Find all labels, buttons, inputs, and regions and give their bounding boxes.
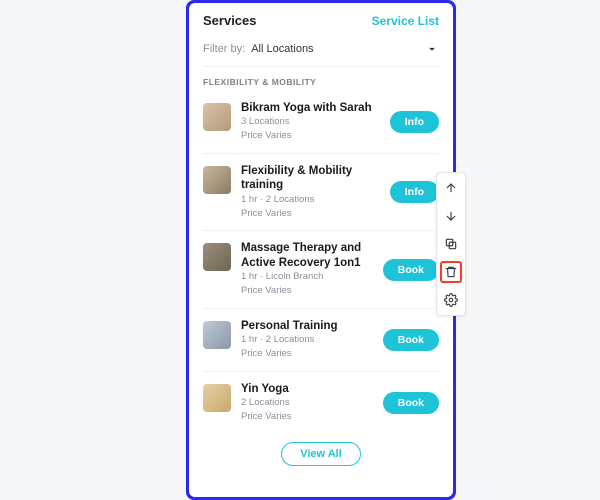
item-price: Price Varies (241, 285, 373, 298)
settings-button[interactable] (440, 289, 462, 311)
list-item: Massage Therapy and Active Recovery 1on1… (189, 233, 453, 305)
info-button[interactable]: Info (390, 181, 439, 203)
item-title: Bikram Yoga with Sarah (241, 101, 380, 115)
service-thumbnail (203, 384, 231, 412)
arrow-up-icon (444, 181, 458, 195)
divider (203, 230, 439, 231)
phone-frame: Services Service List Filter by: All Loc… (186, 0, 456, 500)
item-body: Yin Yoga 2 Locations Price Varies (241, 382, 373, 424)
list-item: Bikram Yoga with Sarah 3 Locations Price… (189, 93, 453, 151)
filter-label: Filter by: (203, 43, 245, 55)
item-title: Yin Yoga (241, 382, 373, 396)
item-title: Flexibility & Mobility training (241, 164, 380, 193)
move-up-button[interactable] (440, 177, 462, 199)
service-thumbnail (203, 103, 231, 131)
item-meta: 2 Locations (241, 397, 373, 410)
item-meta: 1 hr · 2 Locations (241, 334, 373, 347)
trash-icon (444, 265, 458, 279)
item-body: Flexibility & Mobility training 1 hr · 2… (241, 164, 380, 220)
divider (203, 308, 439, 309)
item-meta: 1 hr · Licoln Branch (241, 271, 373, 284)
item-title: Massage Therapy and Active Recovery 1on1 (241, 241, 373, 270)
header: Services Service List (189, 3, 453, 36)
item-body: Massage Therapy and Active Recovery 1on1… (241, 241, 373, 297)
move-down-button[interactable] (440, 205, 462, 227)
item-price: Price Varies (241, 130, 380, 143)
chevron-down-icon (425, 42, 439, 56)
service-thumbnail (203, 243, 231, 271)
arrow-down-icon (444, 209, 458, 223)
delete-button[interactable] (440, 261, 462, 283)
book-button[interactable]: Book (383, 259, 439, 281)
item-price: Price Varies (241, 348, 373, 361)
book-button[interactable]: Book (383, 392, 439, 414)
view-all-wrap: View All (189, 432, 453, 472)
service-thumbnail (203, 321, 231, 349)
filter-value: All Locations (251, 43, 419, 55)
copy-icon (444, 237, 458, 251)
service-list-link[interactable]: Service List (372, 14, 439, 28)
gear-icon (444, 293, 458, 307)
item-meta: 3 Locations (241, 116, 380, 129)
list-item: Personal Training 1 hr · 2 Locations Pri… (189, 311, 453, 369)
app-screen: Services Service List Filter by: All Loc… (189, 3, 453, 497)
item-body: Personal Training 1 hr · 2 Locations Pri… (241, 319, 373, 361)
info-button[interactable]: Info (390, 111, 439, 133)
element-toolbar (436, 172, 466, 316)
filter-row[interactable]: Filter by: All Locations (189, 36, 453, 66)
view-all-button[interactable]: View All (281, 442, 361, 466)
divider (203, 153, 439, 154)
page-title: Services (203, 13, 257, 28)
service-list: Bikram Yoga with Sarah 3 Locations Price… (189, 93, 453, 497)
duplicate-button[interactable] (440, 233, 462, 255)
item-price: Price Varies (241, 411, 373, 424)
item-meta: 1 hr · 2 Locations (241, 194, 380, 207)
item-price: Price Varies (241, 208, 380, 221)
item-title: Personal Training (241, 319, 373, 333)
item-body: Bikram Yoga with Sarah 3 Locations Price… (241, 101, 380, 143)
section-label: FLEXIBILITY & MOBILITY (189, 67, 453, 93)
list-item: Flexibility & Mobility training 1 hr · 2… (189, 156, 453, 228)
book-button[interactable]: Book (383, 329, 439, 351)
service-thumbnail (203, 166, 231, 194)
divider (203, 371, 439, 372)
list-item: Yin Yoga 2 Locations Price Varies Book (189, 374, 453, 432)
